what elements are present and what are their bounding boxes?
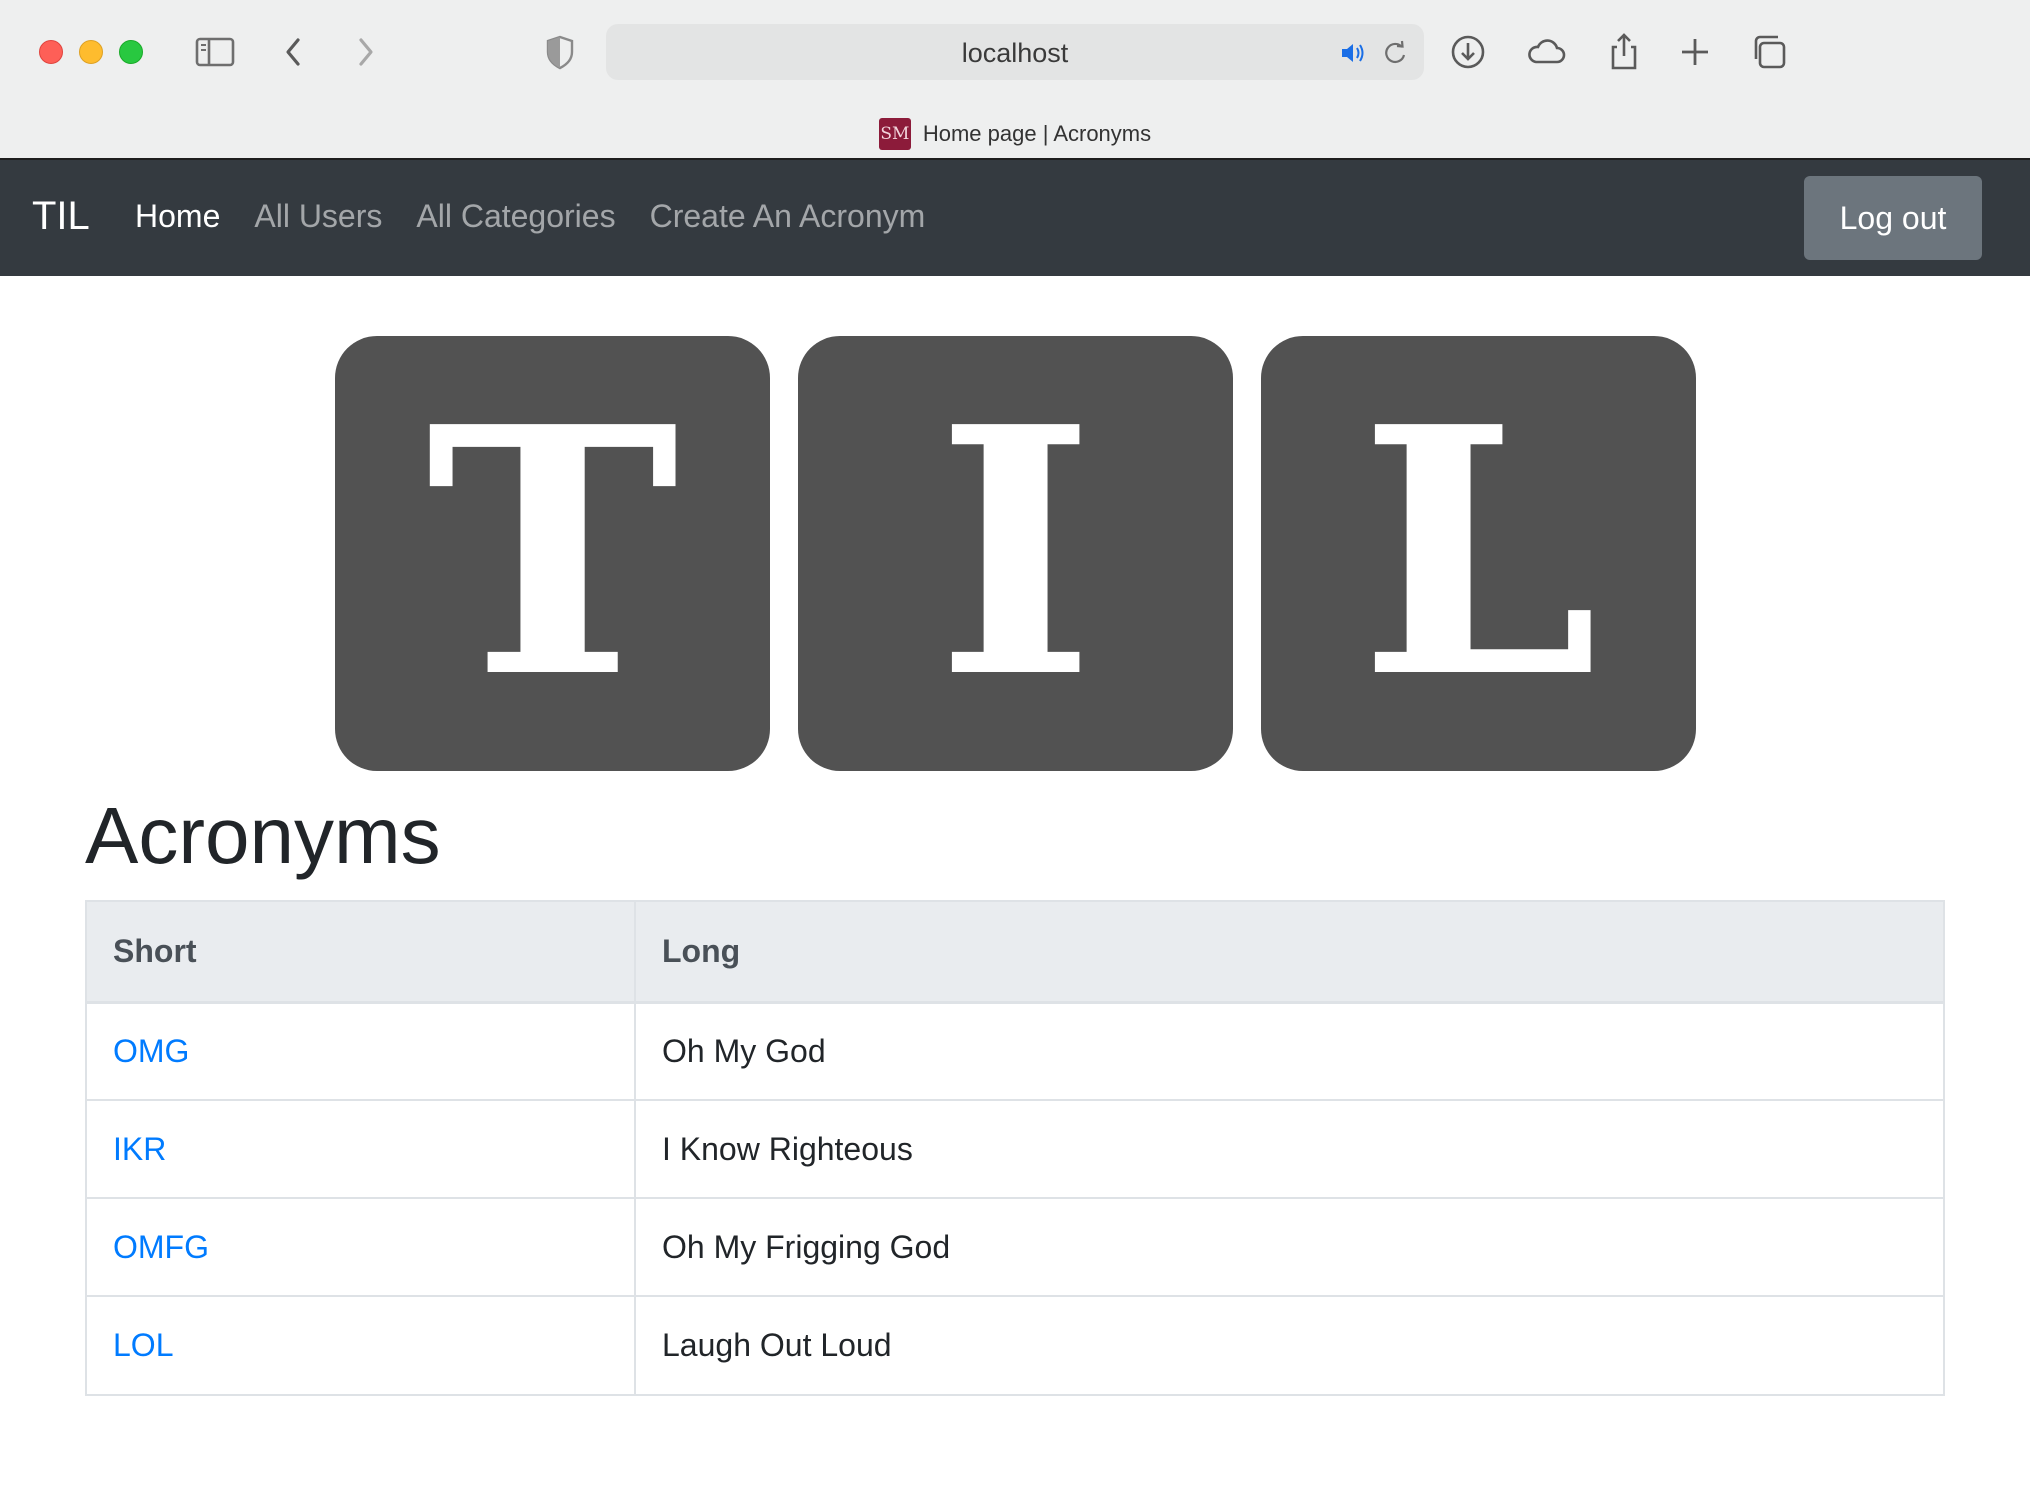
cell-short: OMG bbox=[87, 1001, 635, 1100]
navbar: TIL Home All Users All Categories Create… bbox=[0, 160, 2030, 276]
download-icon[interactable] bbox=[1446, 30, 1490, 74]
close-window-button[interactable] bbox=[39, 40, 63, 64]
acronym-link[interactable]: OMG bbox=[113, 1033, 189, 1069]
address-bar[interactable]: localhost bbox=[606, 24, 1424, 80]
acronym-link[interactable]: LOL bbox=[113, 1327, 173, 1363]
sidebar-icon[interactable] bbox=[193, 30, 237, 74]
table-row: IKR I Know Righteous bbox=[87, 1099, 1943, 1198]
nav-link-home[interactable]: Home bbox=[135, 198, 220, 235]
cell-short: LOL bbox=[87, 1295, 635, 1394]
table-row: LOL Laugh Out Loud bbox=[87, 1295, 1943, 1394]
logo-tile-i: I bbox=[798, 336, 1233, 771]
favicon-icon: SM bbox=[878, 118, 911, 150]
navbar-brand[interactable]: TIL bbox=[32, 194, 90, 239]
forward-icon[interactable] bbox=[343, 30, 387, 74]
reload-icon[interactable] bbox=[1380, 38, 1410, 68]
new-tab-icon[interactable] bbox=[1673, 30, 1717, 74]
browser-chrome: localhost SM Home page | Acronyms bbox=[0, 0, 2030, 160]
column-header-long: Long bbox=[634, 902, 1943, 1004]
cell-long: Oh My Frigging God bbox=[634, 1197, 1943, 1296]
tabs-overview-icon[interactable] bbox=[1747, 30, 1791, 74]
share-icon[interactable] bbox=[1602, 30, 1646, 74]
nav-link-create-acronym[interactable]: Create An Acronym bbox=[650, 198, 926, 235]
nav-links: Home All Users All Categories Create An … bbox=[135, 198, 925, 235]
logo-letter: I bbox=[935, 353, 1096, 753]
tab-title: Home page | Acronyms bbox=[922, 121, 1152, 146]
acronyms-table: Short Long OMG Oh My God IKR I Know Righ… bbox=[85, 900, 1945, 1396]
logo-tile-t: T bbox=[335, 336, 770, 771]
page-title: Acronyms bbox=[85, 791, 441, 880]
acronym-link[interactable]: OMFG bbox=[113, 1229, 209, 1265]
back-icon[interactable] bbox=[272, 30, 316, 74]
cell-short: IKR bbox=[87, 1099, 635, 1198]
nav-link-all-users[interactable]: All Users bbox=[254, 198, 382, 235]
table-row: OMG Oh My God bbox=[87, 1001, 1943, 1100]
cell-long: Laugh Out Loud bbox=[634, 1295, 1943, 1394]
logo-letter: L bbox=[1358, 353, 1599, 753]
logo-tile-l: L bbox=[1261, 336, 1696, 771]
cloud-icon[interactable] bbox=[1524, 30, 1568, 74]
column-header-short: Short bbox=[87, 902, 635, 1004]
shield-icon[interactable] bbox=[538, 30, 582, 74]
table-header-row: Short Long bbox=[87, 902, 1943, 1004]
nav-link-all-categories[interactable]: All Categories bbox=[416, 198, 615, 235]
cell-long: I Know Righteous bbox=[634, 1099, 1943, 1198]
address-text: localhost bbox=[961, 38, 1069, 68]
logo-letter: T bbox=[425, 353, 679, 753]
speaker-icon[interactable] bbox=[1338, 38, 1368, 68]
logout-button[interactable]: Log out bbox=[1804, 176, 1982, 260]
active-tab[interactable]: SM Home page | Acronyms bbox=[0, 116, 2030, 152]
acronym-link[interactable]: IKR bbox=[113, 1131, 166, 1167]
til-logo: T I L bbox=[335, 336, 1696, 771]
cell-short: OMFG bbox=[87, 1197, 635, 1296]
cell-long: Oh My God bbox=[634, 1001, 1943, 1100]
minimize-window-button[interactable] bbox=[79, 40, 103, 64]
zoom-window-button[interactable] bbox=[119, 40, 143, 64]
table-row: OMFG Oh My Frigging God bbox=[87, 1197, 1943, 1296]
